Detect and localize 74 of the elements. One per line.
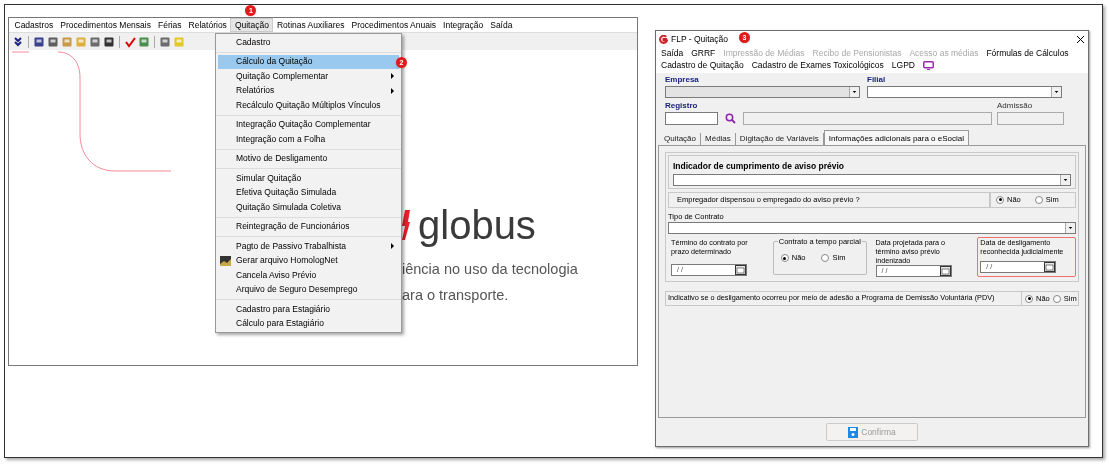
menu-entry[interactable]: Integração com a Folha: [218, 132, 399, 147]
menu-entry[interactable]: Cálculo para Estagiário: [218, 316, 399, 331]
menu-entry[interactable]: Gerar arquivo HomologNet: [218, 253, 399, 268]
toolbar-icon[interactable]: [103, 35, 115, 48]
menu-entry[interactable]: Cadastro para Estagiário: [218, 302, 399, 317]
input-field[interactable]: [665, 112, 718, 125]
toolbar-icon[interactable]: [33, 35, 45, 48]
calendar-icon[interactable]: [1044, 262, 1056, 272]
logo-icon: [659, 34, 668, 44]
menu-item[interactable]: Rotinas Auxiliares: [273, 18, 348, 32]
dropdown-field[interactable]: [673, 173, 1071, 186]
menu-item[interactable]: Saída: [661, 46, 684, 60]
menu-item[interactable]: Quitação: [230, 18, 274, 32]
radio-button[interactable]: [1034, 195, 1043, 204]
date-field: [997, 112, 1064, 125]
submenu-arrow-icon: [390, 243, 395, 250]
double-down-arrow-icon[interactable]: [12, 35, 24, 48]
menu-entry[interactable]: Cadastro: [218, 35, 399, 50]
calendar-icon[interactable]: [939, 266, 951, 276]
dropdown-field[interactable]: [665, 86, 860, 98]
menu-item[interactable]: Saída: [486, 18, 516, 32]
field-label: Empresa: [665, 74, 700, 86]
menu-item[interactable]: Relatórios: [185, 18, 231, 32]
radio-button[interactable]: [821, 254, 830, 262]
menu-entry[interactable]: Quitação Complementar: [218, 69, 399, 84]
menu-entry[interactable]: Cálculo da Quitação: [218, 54, 399, 69]
logo-icon: [402, 210, 410, 240]
menu-entry[interactable]: Motivo de Desligamento: [218, 151, 399, 166]
menu-entry[interactable]: Simular Quitação: [218, 171, 399, 186]
tagline-text: iência no uso da tecnologia: [402, 260, 579, 279]
caret-icon: [849, 87, 859, 97]
calendar-icon[interactable]: [735, 265, 746, 275]
radio-button[interactable]: [1025, 294, 1033, 303]
caret-icon: [1065, 223, 1075, 233]
caret-icon: [1051, 87, 1061, 97]
menu-item[interactable]: Procedimentos Anuais: [347, 18, 440, 32]
menu-entry[interactable]: Arquivo de Seguro Desemprego: [218, 282, 399, 297]
menu-entry[interactable]: Integração Quitação Complementar: [218, 117, 399, 132]
menu-item[interactable]: Procedimentos Mensais: [56, 18, 155, 32]
field-label: Filial: [867, 74, 887, 86]
field-label: Admissão: [997, 100, 1034, 112]
toolbar-icon[interactable]: [47, 35, 59, 48]
menu-item[interactable]: Férias: [154, 18, 186, 32]
caret-icon: [1060, 174, 1070, 185]
menu-item[interactable]: Cadastro de Quitação: [661, 58, 744, 72]
logo-text: globus: [418, 205, 536, 245]
menu-entry[interactable]: Quitação Simulada Coletiva: [218, 200, 399, 215]
menu-item[interactable]: Cadastros: [11, 18, 57, 32]
menu-item[interactable]: LGPD: [891, 58, 915, 72]
menu-entry[interactable]: Pagto de Passivo Trabalhista: [218, 239, 399, 254]
dropdown-field[interactable]: [867, 86, 1062, 98]
menu-entry[interactable]: Relatórios: [218, 83, 399, 98]
field-label: Registro: [665, 100, 699, 112]
menu-entry[interactable]: Efetiva Quitação Simulada: [218, 185, 399, 200]
checkmark-icon[interactable]: [124, 35, 136, 48]
menu-entry[interactable]: Cancela Aviso Prévio: [218, 268, 399, 283]
radio-button[interactable]: [996, 195, 1004, 204]
close-icon[interactable]: [1076, 34, 1085, 44]
dropdown-field[interactable]: [668, 222, 1076, 234]
radio-button[interactable]: [780, 254, 789, 262]
tagline-text: ara o transporte.: [402, 286, 510, 305]
image-icon: [220, 255, 231, 266]
menu-entry[interactable]: Recálculo Quitação Múltiplos Vínculos: [218, 98, 399, 113]
search-icon[interactable]: [725, 113, 736, 124]
menu-item[interactable]: Fórmulas de Cálculos: [986, 46, 1069, 60]
menu-item[interactable]: Cadastro de Exames Toxicológicos: [751, 58, 884, 72]
radio-button[interactable]: [1052, 294, 1061, 303]
monitor-icon[interactable]: [923, 60, 934, 70]
group-title: Indicador de cumprimento de aviso prévio: [673, 160, 845, 173]
menu-item[interactable]: Integração: [439, 18, 487, 32]
tab[interactable]: Informações adicionais para o eSocial: [823, 130, 970, 145]
menu-entry[interactable]: Reintegração de Funcionários: [218, 219, 399, 234]
menu-item[interactable]: GRRF: [691, 46, 716, 60]
save-icon: [848, 426, 859, 438]
